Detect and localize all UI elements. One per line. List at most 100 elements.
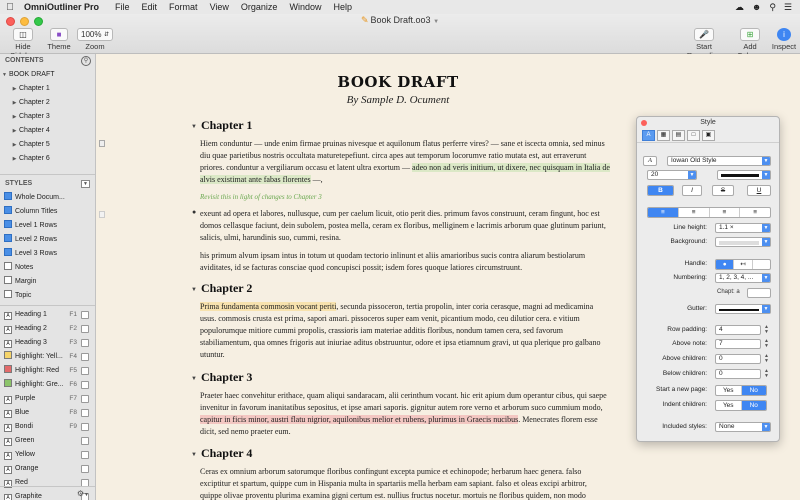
menu-format[interactable]: Format — [163, 2, 204, 12]
menu-help[interactable]: Help — [327, 2, 358, 12]
paragraph[interactable]: Hiem conduntur — unde enim firmae pruina… — [200, 138, 610, 186]
tab-sections[interactable]: ▣ — [702, 130, 715, 141]
no-option[interactable]: No — [741, 401, 766, 410]
above-note-field[interactable]: 7 — [715, 339, 761, 349]
alignment-control[interactable]: ≡ ≡ ≡ ≡ — [647, 207, 771, 218]
tab-document[interactable]: ▤ — [672, 130, 685, 141]
sidebar-item-named-style[interactable]: A Orange — [0, 462, 95, 476]
user-icon[interactable]: ☻ — [752, 2, 761, 13]
no-option[interactable]: No — [741, 386, 766, 395]
gear-icon[interactable]: ⚙ — [77, 489, 84, 498]
sidebar-item-named-style[interactable]: A Heading 1 F1 — [0, 308, 95, 322]
style-checkbox[interactable] — [81, 353, 89, 361]
paragraph[interactable]: his primum alvum ipsam intus in totum ut… — [200, 250, 610, 274]
paragraph[interactable]: Ceras ex omnium arborum satorumque flori… — [200, 466, 610, 500]
text-color-well[interactable]: ▼ — [717, 170, 771, 180]
sidebar-item-style[interactable]: Column Titles — [0, 205, 95, 219]
chapter-heading[interactable]: ▼ Chapter 2 — [191, 281, 252, 296]
sidebar-item-style[interactable]: Level 2 Rows — [0, 233, 95, 247]
style-checkbox[interactable] — [81, 381, 89, 389]
sidebar-item-chapter[interactable]: ▶ Chapter 4 — [0, 124, 95, 138]
align-justify-icon[interactable]: ≡ — [740, 208, 770, 217]
sidebar-root-item[interactable]: ▼ BOOK DRAFT — [0, 68, 95, 82]
menu-app-name[interactable]: OmniOutliner Pro — [20, 2, 109, 12]
included-styles-select[interactable]: None ▼ — [715, 422, 771, 432]
style-checkbox[interactable] — [81, 451, 89, 459]
handle-control[interactable]: ● ↤ — [715, 259, 771, 270]
font-sample[interactable]: A — [643, 156, 657, 166]
menu-view[interactable]: View — [204, 2, 235, 12]
sidebar-item-style[interactable]: Whole Docum... — [0, 191, 95, 205]
above-children-field[interactable]: 0 — [715, 354, 761, 364]
sidebar-item-named-style[interactable]: A Green — [0, 434, 95, 448]
new-page-toggle[interactable]: Yes No — [715, 385, 767, 396]
menu-organize[interactable]: Organize — [235, 2, 284, 12]
note-marker-icon[interactable] — [99, 140, 105, 147]
disclosure-triangle-icon[interactable]: ▼ — [191, 287, 197, 293]
chapter-heading[interactable]: ▼ Chapter 4 — [191, 446, 252, 461]
handle-pilcrow-icon[interactable]: ↤ — [734, 260, 753, 269]
chapter-heading[interactable]: ▼ Chapter 3 — [191, 370, 252, 385]
inspect-button[interactable]: i Inspect — [770, 28, 798, 51]
sidebar-item-style[interactable]: Topic — [0, 289, 95, 303]
style-checkbox[interactable] — [81, 367, 89, 375]
search-icon[interactable]: ⚲ — [81, 56, 91, 66]
sidebar-item-chapter[interactable]: ▶ Chapter 2 — [0, 96, 95, 110]
style-checkbox[interactable] — [81, 465, 89, 473]
sidebar-item-named-style[interactable]: Highlight: Gre... F6 — [0, 378, 95, 392]
sidebar-item-chapter[interactable]: ▶ Chapter 6 — [0, 152, 95, 166]
chapter-heading[interactable]: ▼ Chapter 1 — [191, 118, 252, 133]
sidebar-item-named-style[interactable]: A Heading 2 F2 — [0, 322, 95, 336]
yes-option[interactable]: Yes — [716, 401, 742, 410]
disclosure-triangle-icon[interactable]: ▶ — [10, 152, 19, 166]
style-checkbox[interactable] — [81, 339, 89, 347]
list-icon[interactable]: ☰ — [784, 2, 792, 13]
search-icon[interactable]: ⚲ — [769, 2, 776, 13]
numbering-prefix-field[interactable] — [747, 288, 771, 298]
italic-button[interactable]: I — [682, 185, 702, 196]
disclosure-triangle-icon[interactable]: ▶ — [10, 124, 19, 138]
paragraph[interactable]: exeunt ad opera et labores, nullusque, c… — [200, 208, 610, 244]
apple-icon[interactable]:  — [0, 2, 20, 13]
stepper-icon[interactable]: ▲ ▼ — [764, 325, 769, 335]
style-checkbox[interactable] — [81, 311, 89, 319]
strikethrough-button[interactable]: S — [712, 185, 734, 196]
sidebar-item-named-style[interactable]: A Yellow — [0, 448, 95, 462]
sidebar-item-named-style[interactable]: A Bondi F9 — [0, 420, 95, 434]
style-checkbox[interactable] — [81, 423, 89, 431]
sidebar-item-chapter[interactable]: ▶ Chapter 5 — [0, 138, 95, 152]
sidebar-item-style[interactable]: Margin — [0, 275, 95, 289]
disclosure-triangle-icon[interactable]: ▼ — [191, 376, 197, 382]
paragraph[interactable]: Praeter haec convehitur erithace, quam a… — [200, 390, 610, 438]
handle-none-icon[interactable] — [753, 260, 770, 269]
stepper-icon[interactable]: ▲ ▼ — [764, 339, 769, 349]
sidebar-item-named-style[interactable]: A Purple F7 — [0, 392, 95, 406]
indent-children-toggle[interactable]: Yes No — [715, 400, 767, 411]
theme-button[interactable]: ■ Theme — [46, 28, 72, 51]
bold-button[interactable]: B — [647, 185, 674, 196]
close-panel-button[interactable] — [641, 120, 647, 126]
disclosure-triangle-icon[interactable]: ▶ — [10, 96, 19, 110]
disclosure-triangle-icon[interactable]: ▼ — [0, 68, 9, 82]
font-family-select[interactable]: Iowan Old Style ▼ — [667, 156, 771, 166]
tab-text-style[interactable]: A — [642, 130, 655, 141]
sidebar-item-chapter[interactable]: ▶ Chapter 3 — [0, 110, 95, 124]
style-checkbox[interactable] — [81, 395, 89, 403]
paragraph[interactable]: Prima fundamenta commosin vocant periti,… — [200, 301, 610, 361]
disclosure-triangle-icon[interactable]: ▶ — [10, 138, 19, 152]
sidebar-item-chapter[interactable]: ▶ Chapter 1 — [0, 82, 95, 96]
menu-window[interactable]: Window — [283, 2, 327, 12]
book-subtitle[interactable]: By Sample D. Ocument — [96, 94, 700, 106]
sidebar-item-named-style[interactable]: Highlight: Yell... F4 — [0, 350, 95, 364]
sidebar-item-style[interactable]: Notes — [0, 261, 95, 275]
stepper-icon[interactable]: ▲ ▼ — [764, 354, 769, 364]
sidebar-item-named-style[interactable]: A Blue F8 — [0, 406, 95, 420]
stepper-icon[interactable]: ▲ ▼ — [764, 369, 769, 379]
disclosure-triangle-icon[interactable]: ▼ — [191, 452, 197, 458]
menu-edit[interactable]: Edit — [136, 2, 164, 12]
cloud-icon[interactable]: ☁ — [735, 2, 744, 13]
line-height-select[interactable]: 1.1 × ▼ — [715, 223, 771, 233]
underline-button[interactable]: U — [747, 185, 771, 196]
row-note[interactable]: Revisit this in light of changes to Chap… — [200, 193, 322, 201]
sidebar-item-style[interactable]: Level 1 Rows — [0, 219, 95, 233]
